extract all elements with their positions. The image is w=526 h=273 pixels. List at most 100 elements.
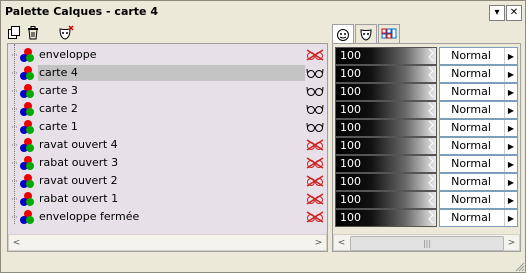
hidden-glasses-icon[interactable]: [306, 211, 324, 223]
scroll-left-arrow[interactable]: <: [334, 235, 349, 250]
blend-mode-select[interactable]: Normal ▶: [439, 83, 518, 101]
slider-handle-icon[interactable]: [428, 120, 434, 136]
blend-mode-select[interactable]: Normal ▶: [439, 209, 518, 227]
mask-icon[interactable]: [58, 25, 74, 41]
scroll-left-arrow[interactable]: <: [9, 235, 24, 250]
layer-row[interactable]: enveloppe fermée: [8, 208, 327, 226]
blend-mode-select[interactable]: Normal ▶: [439, 65, 518, 83]
layer-properties-row: 100 Normal ▶: [333, 172, 520, 191]
layer-list-scrollbar[interactable]: < >: [8, 234, 327, 251]
glasses-icon[interactable]: [306, 121, 324, 133]
layer-row[interactable]: carte 2: [8, 100, 327, 118]
opacity-slider[interactable]: 100: [335, 47, 437, 65]
glasses-icon[interactable]: [306, 85, 324, 97]
layer-name[interactable]: rabat ouvert 3: [38, 155, 305, 171]
dropdown-arrow-icon[interactable]: ▶: [504, 102, 517, 118]
layer-name[interactable]: ravat ouvert 4: [38, 137, 305, 153]
glasses-icon[interactable]: [306, 103, 324, 115]
layer-row[interactable]: carte 4: [8, 64, 327, 82]
slider-handle-icon[interactable]: [428, 102, 434, 118]
blend-mode-select[interactable]: Normal ▶: [439, 47, 518, 65]
slider-handle-icon[interactable]: [428, 138, 434, 154]
slider-handle-icon[interactable]: [428, 156, 434, 172]
layer-properties-row: 100 Normal ▶: [333, 100, 520, 119]
opacity-slider[interactable]: 100: [335, 191, 437, 209]
opacity-slider[interactable]: 100: [335, 209, 437, 227]
layer-row[interactable]: carte 1: [8, 118, 327, 136]
dropdown-arrow-icon[interactable]: ▶: [504, 156, 517, 172]
layer-row[interactable]: ravat ouvert 2: [8, 172, 327, 190]
dropdown-arrow-icon[interactable]: ▶: [504, 84, 517, 100]
blend-mode-value: Normal: [451, 175, 491, 188]
layer-name[interactable]: carte 3: [38, 83, 305, 99]
slider-handle-icon[interactable]: [428, 192, 434, 208]
layer-name[interactable]: carte 4: [38, 65, 305, 81]
dropdown-arrow-icon[interactable]: ▶: [504, 138, 517, 154]
hidden-glasses-icon[interactable]: [306, 139, 324, 151]
layer-list: enveloppe carte 4 carte 3 carte 2 carte 1 rav…: [7, 43, 328, 252]
minimize-button[interactable]: ▾: [489, 5, 505, 21]
resize-grip-icon[interactable]: [513, 260, 525, 272]
close-icon: ✕: [509, 7, 519, 18]
layer-name[interactable]: enveloppe fermée: [38, 209, 305, 225]
dropdown-arrow-icon[interactable]: ▶: [504, 210, 517, 226]
opacity-value: 100: [340, 157, 361, 170]
opacity-slider[interactable]: 100: [335, 83, 437, 101]
scroll-right-arrow[interactable]: >: [311, 235, 326, 250]
layer-row[interactable]: enveloppe: [8, 46, 327, 64]
slider-handle-icon[interactable]: [428, 66, 434, 82]
layer-name[interactable]: carte 1: [38, 119, 305, 135]
blend-mode-select[interactable]: Normal ▶: [439, 191, 518, 209]
title-bar[interactable]: Palette Calques - carte 4 ▾ ✕: [1, 1, 525, 23]
layer-name[interactable]: rabat ouvert 1: [38, 191, 305, 207]
blend-mode-select[interactable]: Normal ▶: [439, 137, 518, 155]
layer-row[interactable]: rabat ouvert 3: [8, 154, 327, 172]
dropdown-arrow-icon[interactable]: ▶: [504, 120, 517, 136]
slider-handle-icon[interactable]: [428, 48, 434, 64]
slider-handle-icon[interactable]: [428, 84, 434, 100]
opacity-slider[interactable]: 100: [335, 155, 437, 173]
dropdown-arrow-icon[interactable]: ▶: [504, 174, 517, 190]
opacity-slider[interactable]: 100: [335, 173, 437, 191]
layer-name[interactable]: carte 2: [38, 101, 305, 117]
chevron-right-icon: >: [314, 237, 323, 248]
opacity-slider[interactable]: 100: [335, 65, 437, 83]
scroll-right-arrow[interactable]: >: [504, 235, 519, 250]
layer-name[interactable]: enveloppe: [38, 47, 305, 63]
opacity-slider[interactable]: 100: [335, 119, 437, 137]
layer-row[interactable]: ravat ouvert 4: [8, 136, 327, 154]
scroll-thumb[interactable]: |||: [350, 236, 504, 251]
tab-mask[interactable]: [355, 24, 377, 43]
blend-mode-select[interactable]: Normal ▶: [439, 173, 518, 191]
layer-type-icon: [20, 156, 34, 170]
layer-type-icon: [20, 48, 34, 62]
layer-row[interactable]: rabat ouvert 1: [8, 190, 327, 208]
properties-scrollbar[interactable]: < ||| >: [333, 234, 520, 251]
tab-channels[interactable]: [378, 24, 400, 43]
blend-mode-select[interactable]: Normal ▶: [439, 101, 518, 119]
blend-mode-select[interactable]: Normal ▶: [439, 155, 518, 173]
dropdown-arrow-icon[interactable]: ▶: [504, 48, 517, 64]
opacity-slider[interactable]: 100: [335, 101, 437, 119]
tab-layer-settings[interactable]: [332, 24, 354, 44]
blend-mode-value: Normal: [451, 193, 491, 206]
layer-row[interactable]: carte 3: [8, 82, 327, 100]
blend-mode-value: Normal: [451, 121, 491, 134]
layer-type-icon: [20, 84, 34, 98]
slider-handle-icon[interactable]: [428, 174, 434, 190]
hidden-glasses-icon[interactable]: [306, 157, 324, 169]
opacity-slider[interactable]: 100: [335, 137, 437, 155]
dropdown-arrow-icon[interactable]: ▶: [504, 66, 517, 82]
close-button[interactable]: ✕: [506, 5, 522, 21]
dropdown-arrow-icon[interactable]: ▶: [504, 192, 517, 208]
delete-layer-icon[interactable]: [25, 25, 41, 41]
slider-handle-icon[interactable]: [428, 210, 434, 226]
opacity-value: 100: [340, 103, 361, 116]
hidden-glasses-icon[interactable]: [306, 175, 324, 187]
blend-mode-select[interactable]: Normal ▶: [439, 119, 518, 137]
hidden-glasses-icon[interactable]: [306, 193, 324, 205]
hidden-glasses-icon[interactable]: [306, 49, 324, 61]
new-layer-icon[interactable]: [6, 25, 22, 41]
glasses-icon[interactable]: [306, 67, 324, 79]
layer-name[interactable]: ravat ouvert 2: [38, 173, 305, 189]
